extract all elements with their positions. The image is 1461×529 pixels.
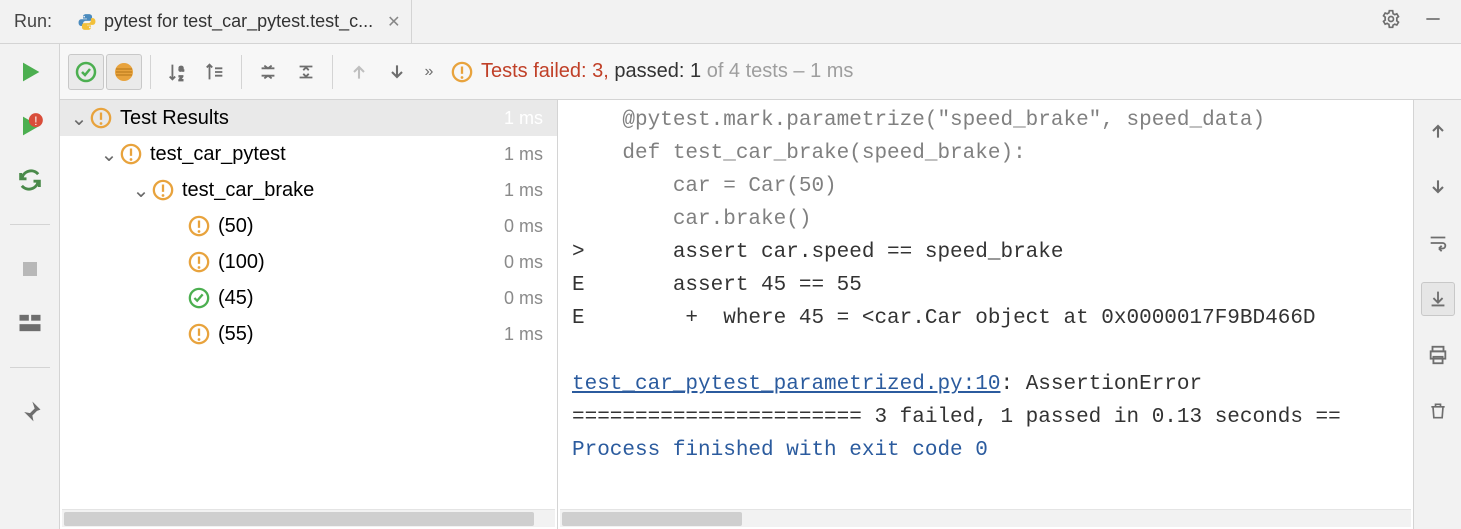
warn-icon	[188, 215, 210, 237]
summary-of: of 4 tests – 1 ms	[701, 60, 853, 82]
warn-icon	[152, 179, 174, 201]
test-summary: Tests failed: 3, passed: 1 of 4 tests – …	[451, 60, 853, 83]
run-tab[interactable]: pytest for test_car_pytest.test_c... ✕	[72, 0, 412, 43]
more-icon[interactable]: »	[417, 54, 441, 90]
expand-icon[interactable]	[197, 54, 233, 90]
run-tab-title: pytest for test_car_pytest.test_c...	[104, 11, 373, 32]
tree-func[interactable]: ⌄ test_car_brake 1 ms	[60, 172, 557, 208]
tree-module-label: test_car_pytest	[150, 143, 504, 166]
prev-fail-icon[interactable]	[341, 54, 377, 90]
tree-func-label: test_car_brake	[182, 179, 504, 202]
test-tree-panel: ⌄ Test Results 1 ms ⌄ test_car_pytest 1 …	[60, 100, 558, 529]
collapse-all-icon[interactable]	[250, 54, 286, 90]
stop-icon[interactable]	[16, 255, 44, 283]
console-output[interactable]: @pytest.mark.parametrize("speed_brake", …	[558, 100, 1413, 509]
layout-icon[interactable]	[16, 309, 44, 337]
tree-case-time: 0 ms	[504, 252, 543, 273]
tree-root-time: 1 ms	[504, 108, 543, 129]
pass-icon	[188, 287, 210, 309]
next-fail-icon[interactable]	[379, 54, 415, 90]
summary-passed: passed: 1	[609, 60, 701, 82]
svg-text:!: !	[34, 115, 37, 128]
tree-case-label: (50)	[218, 215, 504, 238]
test-toolbar: az »	[60, 44, 1461, 100]
left-action-gutter: !	[0, 44, 60, 529]
tree-module-time: 1 ms	[504, 144, 543, 165]
run-header: Run: pytest for test_car_pytest.test_c..…	[0, 0, 1461, 44]
warn-icon	[188, 323, 210, 345]
svg-text:z: z	[179, 73, 183, 82]
show-passed-button[interactable]	[68, 54, 104, 90]
expand-all-icon[interactable]	[288, 54, 324, 90]
svg-text:a: a	[179, 64, 184, 73]
print-icon[interactable]	[1421, 338, 1455, 372]
pin-icon[interactable]	[16, 398, 44, 426]
chevron-down-icon[interactable]: ⌄	[100, 142, 118, 167]
warn-icon	[188, 251, 210, 273]
tree-module[interactable]: ⌄ test_car_pytest 1 ms	[60, 136, 557, 172]
gear-icon[interactable]	[1381, 9, 1401, 34]
summary-failed: Tests failed: 3,	[481, 60, 609, 82]
trash-icon[interactable]	[1421, 394, 1455, 428]
right-action-gutter	[1413, 100, 1461, 529]
tree-case[interactable]: (45)0 ms	[60, 280, 557, 316]
run-icon[interactable]	[16, 58, 44, 86]
close-icon[interactable]: ✕	[387, 12, 400, 32]
tree-func-time: 1 ms	[504, 180, 543, 201]
tree-case[interactable]: (55)1 ms	[60, 316, 557, 352]
tree-case-label: (100)	[218, 251, 504, 274]
console-scrollbar[interactable]	[560, 509, 1411, 527]
show-ignored-button[interactable]	[106, 54, 142, 90]
tree-case-time: 1 ms	[504, 324, 543, 345]
warn-icon	[120, 143, 142, 165]
sort-icon[interactable]: az	[159, 54, 195, 90]
run-failed-icon[interactable]: !	[16, 112, 44, 140]
up-icon[interactable]	[1421, 114, 1455, 148]
soft-wrap-icon[interactable]	[1421, 226, 1455, 260]
python-icon	[78, 13, 96, 31]
console-panel: @pytest.mark.parametrize("speed_brake", …	[558, 100, 1413, 529]
tree-case-label: (45)	[218, 287, 504, 310]
tree-case-label: (55)	[218, 323, 504, 346]
chevron-down-icon[interactable]: ⌄	[70, 106, 88, 131]
tree-scrollbar[interactable]	[62, 509, 555, 527]
warn-icon	[90, 107, 112, 129]
tree-case-time: 0 ms	[504, 216, 543, 237]
warn-icon	[451, 61, 473, 83]
tree-case-time: 0 ms	[504, 288, 543, 309]
chevron-down-icon[interactable]: ⌄	[132, 178, 150, 203]
minimize-icon[interactable]	[1423, 9, 1443, 34]
test-tree[interactable]: ⌄ Test Results 1 ms ⌄ test_car_pytest 1 …	[60, 100, 557, 509]
tree-case[interactable]: (100)0 ms	[60, 244, 557, 280]
tree-root[interactable]: ⌄ Test Results 1 ms	[60, 100, 557, 136]
file-link[interactable]: test_car_pytest_parametrized.py:10	[572, 373, 1000, 396]
tree-root-label: Test Results	[120, 107, 504, 130]
tree-case[interactable]: (50)0 ms	[60, 208, 557, 244]
scroll-to-end-icon[interactable]	[1421, 282, 1455, 316]
run-label: Run:	[14, 11, 52, 32]
toggle-auto-icon[interactable]	[16, 166, 44, 194]
down-icon[interactable]	[1421, 170, 1455, 204]
